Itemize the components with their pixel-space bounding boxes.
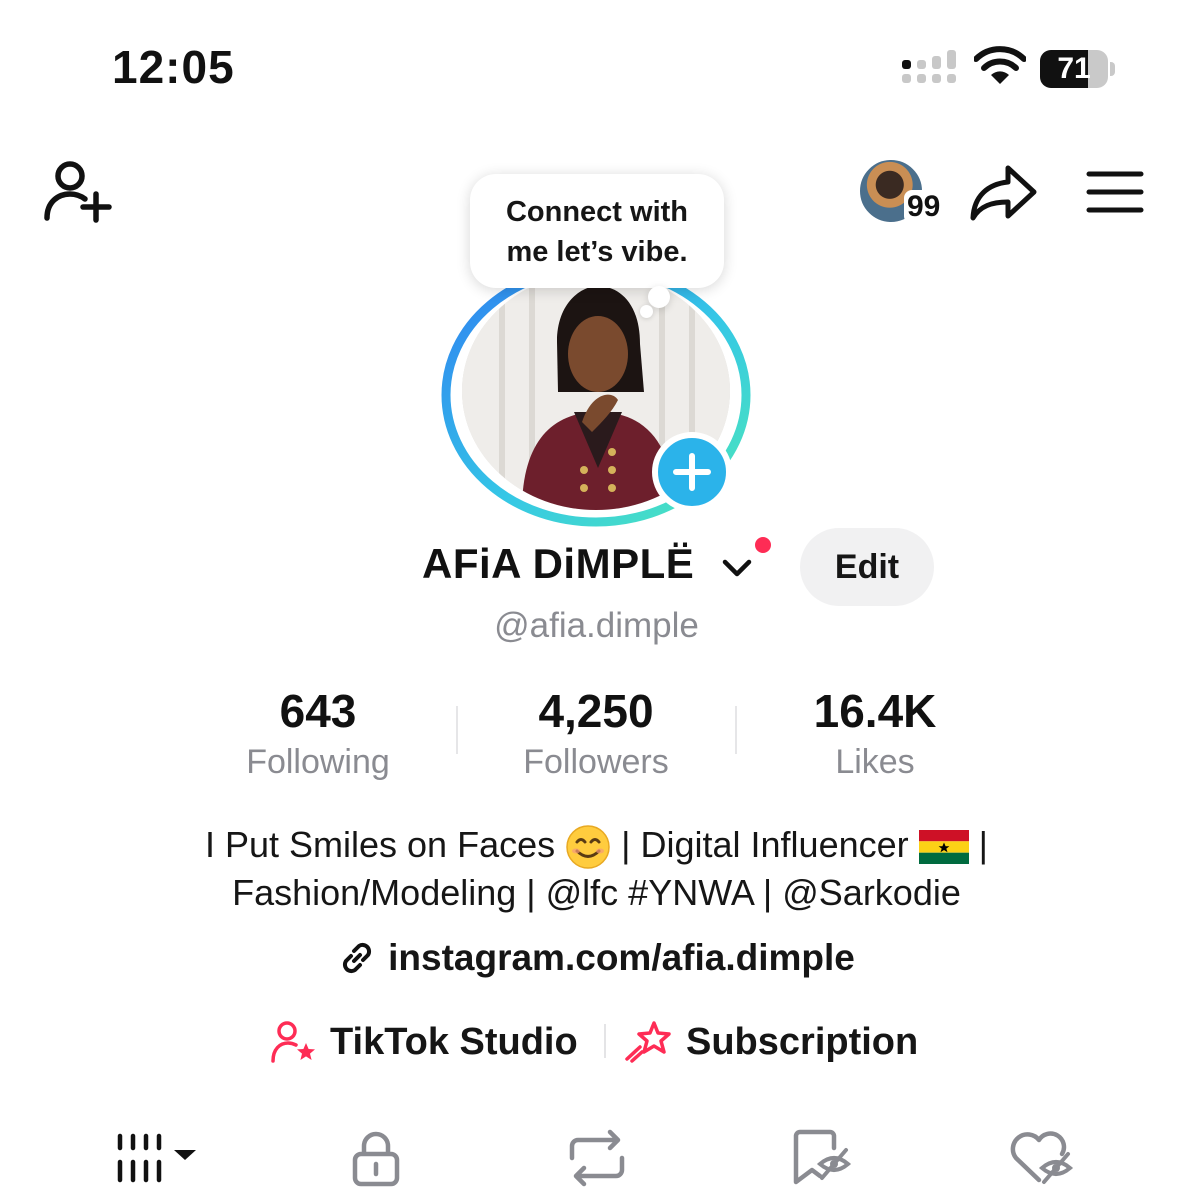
tiktok-studio-button[interactable]: TikTok Studio (270, 1016, 578, 1068)
likes-label: Likes (835, 743, 915, 781)
add-story-button[interactable] (652, 432, 732, 512)
tab-liked[interactable] (1006, 1128, 1076, 1188)
bio-link-text: instagram.com/afia.dimple (388, 937, 855, 978)
subscription-label: Subscription (686, 1020, 919, 1063)
tiktok-studio-label: TikTok Studio (330, 1020, 578, 1063)
liked-icon (1010, 1131, 1074, 1184)
bubble-tail-small (640, 305, 653, 318)
followers-label: Followers (523, 743, 669, 781)
tab-videos[interactable] (112, 1128, 202, 1188)
display-name[interactable]: AFiA DiMPLË (422, 540, 694, 588)
story-count-badge: 99 (904, 190, 944, 224)
chevron-down-icon[interactable] (720, 556, 754, 580)
following-label: Following (246, 743, 390, 781)
battery-indicator: 71 (1040, 50, 1116, 88)
username-handle: @afia.dimple (494, 606, 699, 645)
stat-divider (735, 706, 737, 754)
bio-text-b: | Digital Influencer (621, 824, 909, 865)
share-icon[interactable] (968, 162, 1038, 222)
bio-line-1: I Put Smiles on Faces | Digital Influenc… (0, 822, 1193, 870)
bubble-tail (648, 286, 670, 308)
following-count: 643 (279, 685, 357, 737)
add-friend-icon[interactable] (40, 160, 114, 224)
studio-icon (271, 1021, 315, 1063)
likes-count: 16.4K (813, 685, 937, 737)
lock-icon (352, 1131, 400, 1187)
edit-profile-button[interactable]: Edit (800, 528, 934, 606)
repost-icon (569, 1129, 625, 1187)
link-icon (343, 942, 372, 974)
ghana-flag-icon (918, 830, 969, 865)
bio-text-a: I Put Smiles on Faces (204, 824, 556, 865)
bio-line-2: Fashion/Modeling | @lfc #YNWA | @Sarkodi… (232, 872, 961, 913)
tab-reposts[interactable] (564, 1128, 630, 1188)
stat-divider (456, 706, 458, 754)
stat-followers[interactable]: 4,250 Followers (476, 686, 716, 788)
bio-text-c: | (978, 824, 989, 865)
subscription-icon (625, 1021, 671, 1063)
favorites-icon (793, 1129, 852, 1185)
subscription-button[interactable]: Subscription (624, 1016, 918, 1068)
menu-icon[interactable] (1086, 170, 1144, 214)
tab-private[interactable] (348, 1128, 404, 1188)
bio-link[interactable]: instagram.com/afia.dimple (0, 934, 1193, 982)
status-time: 12:05 (112, 41, 235, 93)
tab-favorites[interactable] (790, 1128, 854, 1188)
note-line-2: me let’s vibe. (506, 236, 688, 268)
battery-percent: 71 (1057, 52, 1091, 85)
studio-divider (604, 1024, 606, 1058)
wifi-icon (974, 46, 1026, 84)
notification-dot (752, 534, 774, 556)
followers-count: 4,250 (538, 685, 654, 737)
note-line-1: Connect with (505, 196, 689, 228)
profile-note-bubble[interactable]: Connect with me let’s vibe. (470, 174, 724, 288)
videos-grid-icon (117, 1133, 196, 1183)
plus-icon (673, 453, 711, 491)
stat-likes[interactable]: 16.4K Likes (755, 686, 995, 788)
smiling-emoji-icon (566, 825, 610, 870)
stat-following[interactable]: 643 Following (198, 686, 438, 788)
cellular-signal-icon (902, 50, 956, 83)
